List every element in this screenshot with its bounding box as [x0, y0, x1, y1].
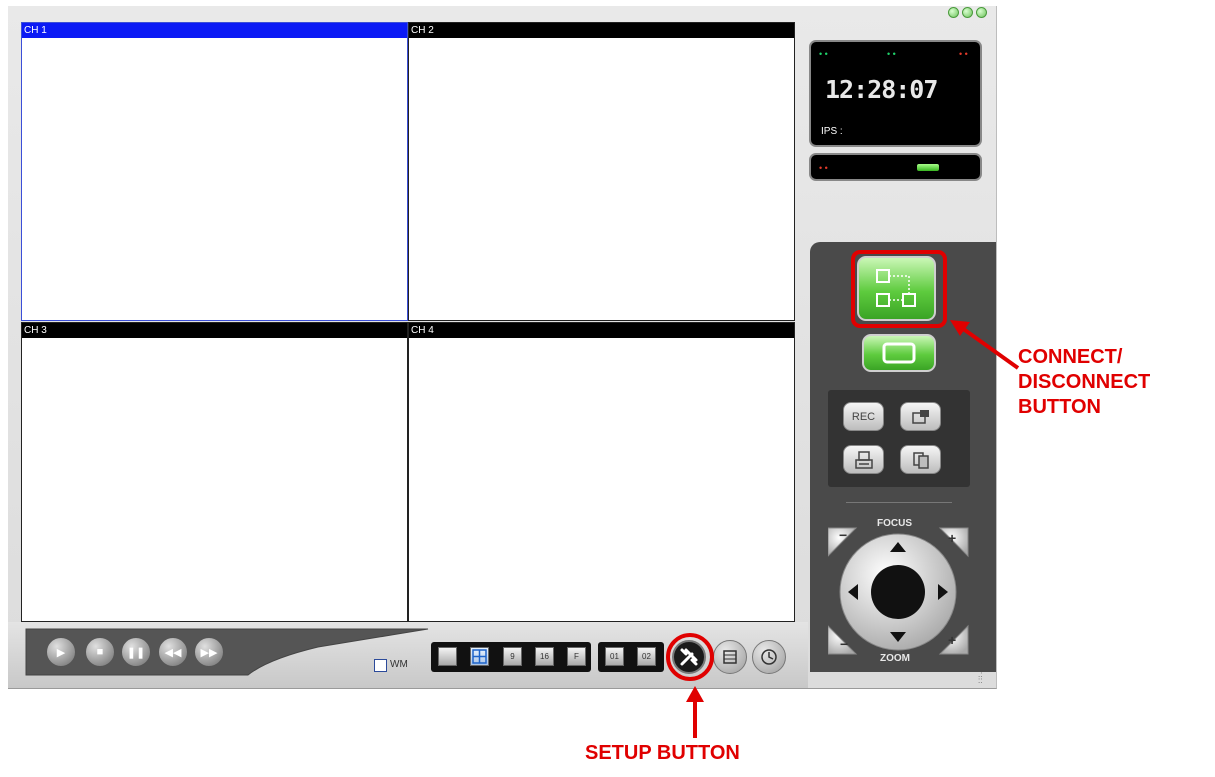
status-indicator-icon: • • [959, 49, 968, 59]
divider [846, 502, 952, 503]
fast-forward-button[interactable]: ▶▶ [194, 637, 224, 667]
maximize-icon[interactable] [962, 7, 973, 18]
setup-arrow [686, 686, 704, 738]
quad-grid-icon [472, 649, 487, 664]
channel-2-label: CH 2 [409, 23, 794, 38]
connect-callout-line1: CONNECT/ [1018, 346, 1123, 368]
status-indicator-icon: • • [819, 49, 828, 59]
copy-button[interactable] [900, 445, 941, 474]
rewind-button[interactable]: ◀◀ [158, 637, 188, 667]
connection-status-bar: • • [809, 153, 982, 181]
monitor-icon [882, 342, 916, 364]
layout-9-button[interactable]: 9 [503, 647, 522, 666]
page-02-button[interactable]: 02 [637, 647, 656, 666]
channel-3-view[interactable]: CH 3 [21, 322, 408, 622]
layout-4-button[interactable] [470, 647, 489, 666]
clock-icon [761, 649, 777, 665]
connect-callout-line3: BUTTON [1018, 396, 1101, 418]
close-icon[interactable] [976, 7, 987, 18]
minimize-icon[interactable] [948, 7, 959, 18]
page-01-button[interactable]: 01 [605, 647, 624, 666]
popout-button[interactable] [900, 402, 941, 431]
print-button[interactable] [843, 445, 884, 474]
layout-1-button[interactable] [438, 647, 457, 666]
ptz-center-button[interactable] [871, 565, 925, 619]
channel-4-view[interactable]: CH 4 [408, 322, 795, 622]
channel-2-view[interactable]: CH 2 [408, 22, 795, 321]
fullscreen-button[interactable]: F [567, 647, 586, 666]
channel-1-view[interactable]: CH 1 [21, 22, 408, 321]
connect-arrow [950, 320, 1020, 370]
stop-button[interactable]: ■ [85, 637, 115, 667]
focus-minus-icon: − [839, 527, 848, 543]
connect-highlight [851, 250, 947, 328]
list-button[interactable] [713, 640, 747, 674]
zoom-plus-icon: + [948, 632, 957, 648]
copy-icon [912, 451, 929, 469]
status-indicator-icon: • • [887, 49, 896, 59]
ips-label: IPS : [821, 126, 843, 137]
connect-callout-line2: DISCONNECT [1018, 371, 1151, 393]
pause-button[interactable]: ❚❚ [121, 637, 151, 667]
channel-3-label: CH 3 [22, 323, 407, 338]
play-button[interactable]: ▶ [46, 637, 76, 667]
signal-level-icon [917, 164, 939, 171]
focus-plus-icon: + [948, 530, 957, 546]
record-button[interactable]: REC [843, 402, 884, 431]
status-display: • • • • • • 12:28:07 IPS : [809, 40, 982, 147]
single-view-button[interactable] [862, 334, 936, 372]
clock-readout: 12:28:07 [825, 75, 938, 104]
printer-icon [854, 450, 873, 469]
resize-grip-icon[interactable]: .::: [978, 671, 992, 685]
channel-4-label: CH 4 [409, 323, 794, 338]
setup-callout: SETUP BUTTON [585, 742, 740, 764]
schedule-button[interactable] [752, 640, 786, 674]
status-indicator-icon: • • [819, 163, 828, 173]
wm-label: WM [390, 659, 408, 670]
popout-icon [911, 409, 929, 424]
setup-highlight [666, 633, 714, 681]
wm-checkbox[interactable] [374, 659, 387, 672]
layout-16-button[interactable]: 16 [535, 647, 554, 666]
channel-1-label: CH 1 [22, 23, 407, 38]
zoom-minus-icon: − [840, 636, 849, 652]
list-icon [723, 650, 737, 664]
